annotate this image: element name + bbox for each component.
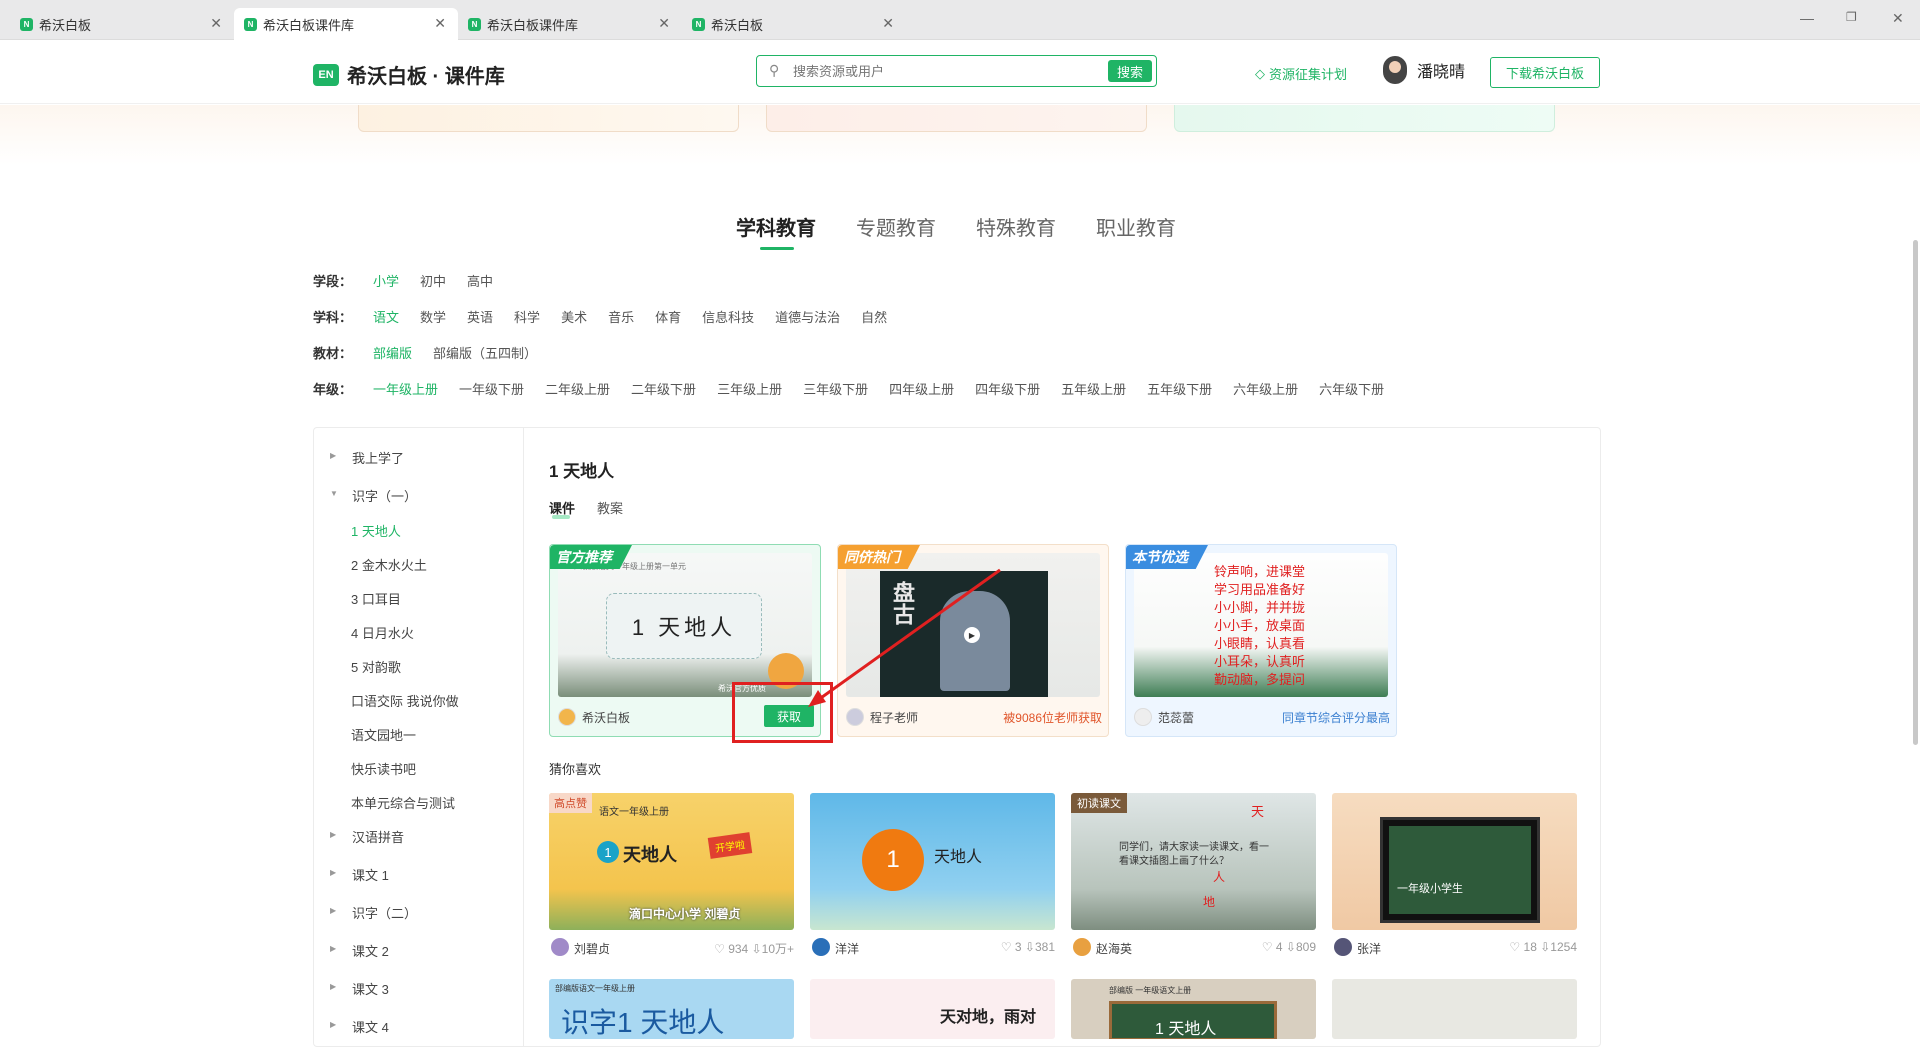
author-name: 洋洋 [835,942,860,956]
download-icon: ⇩ [1285,940,1296,954]
card-meta: 洋洋 ♡ 3 ⇩381 [810,930,1055,960]
thumb-header: 部编版 一年级语文上册 [1109,986,1192,995]
thumb-title: 天地人 [934,849,983,866]
like-count: 4 [1275,940,1283,954]
like-count: 3 [1014,940,1022,954]
char-label: 天 [1251,804,1265,819]
download-icon: ⇩ [1540,940,1551,954]
tag-badge: 高点赞 [549,793,592,813]
card-meta: 刘碧贞 ♡ 934 ⇩10万+ [549,930,794,960]
author-name: 刘碧贞 [574,942,611,956]
recommend-thumbnail[interactable]: 天对地，雨对 [810,979,1055,1039]
card-stats: ♡ 18 ⇩1254 [1509,940,1577,954]
recommend-thumbnail[interactable] [1332,979,1577,1039]
thumb-header: 部编版语文一年级上册 [555,984,635,993]
recommend-card[interactable]: 高点赞 语文一年级上册 1 天地人 开学啦 滴口中心小学 刘碧贞 刘碧贞 ♡ 9… [549,793,794,960]
thumb-title: 天地人 [623,845,677,865]
author-avatar [812,938,830,956]
thumb-text: 一年级小学生 [1397,883,1463,895]
char-label: 人 [1213,870,1226,884]
recommend-card[interactable]: 一年级小学生 张洋 ♡ 18 ⇩1254 [1332,793,1577,960]
like-icon: ♡ [714,942,725,956]
author-avatar [551,938,569,956]
flag-label: 开学啦 [707,832,753,859]
recommend-thumbnail: 高点赞 语文一年级上册 1 天地人 开学啦 滴口中心小学 刘碧贞 [549,793,794,930]
author-avatar [1334,938,1352,956]
like-icon: ♡ [1509,940,1521,954]
card-stats: ♡ 934 ⇩10万+ [714,940,794,957]
like-icon: ♡ [1261,940,1273,954]
download-count: 1254 [1550,940,1577,954]
author-avatar [1073,938,1091,956]
chalkboard: 一年级小学生 [1380,817,1540,923]
thumb-text: 同学们，请大家读一读课文，看一看课文插图上画了什么？ [1119,842,1269,867]
card-meta: 张洋 ♡ 18 ⇩1254 [1332,930,1577,960]
like-icon: ♡ [1000,940,1012,954]
thumb-title: 天对地，雨对 [940,1009,1037,1026]
recommend-card[interactable]: 1 天地人 洋洋 ♡ 3 ⇩381 [810,793,1055,960]
download-icon: ⇩ [751,942,762,956]
thumb-title: 1 天地人 [1155,1021,1217,1038]
like-count: 18 [1523,940,1537,954]
author-name: 张洋 [1357,942,1382,956]
recommend-thumbnail: 一年级小学生 [1332,793,1577,930]
card-meta: 赵海英 ♡ 4 ⇩809 [1071,930,1316,960]
recommend-thumbnail[interactable]: 部编版语文一年级上册 识字1 天地人 [549,979,794,1039]
recommend-thumbnail: 1 天地人 [810,793,1055,930]
card-stats: ♡ 4 ⇩809 [1262,940,1316,954]
page-scrollbar[interactable] [1913,240,1918,745]
thumb-title: 识字1 天地人 [561,1007,725,1038]
recommend-thumbnail: 初读课文 天 同学们，请大家读一读课文，看一看课文插图上画了什么？ 人 地 [1071,793,1316,930]
recommend-card[interactable]: 初读课文 天 同学们，请大家读一读课文，看一看课文插图上画了什么？ 人 地 赵海… [1071,793,1316,960]
char-label: 地 [1203,895,1216,909]
lesson-number: 1 [597,841,619,863]
guess-section-title: 猜你喜欢 [549,762,602,777]
thumb-subtitle: 滴口中心小学 刘碧贞 [629,907,741,921]
lesson-number: 1 [862,829,924,891]
tag-badge: 初读课文 [1071,793,1127,813]
author-name: 赵海英 [1096,942,1133,956]
like-count: 934 [728,942,749,956]
download-count: 10万+ [761,942,794,956]
download-icon: ⇩ [1024,940,1035,954]
thumb-header: 语文一年级上册 [599,807,669,818]
download-count: 809 [1295,940,1316,954]
card-stats: ♡ 3 ⇩381 [1001,940,1055,954]
recommend-thumbnail[interactable]: 部编版 一年级语文上册 1 天地人 [1071,979,1316,1039]
download-count: 381 [1034,940,1055,954]
